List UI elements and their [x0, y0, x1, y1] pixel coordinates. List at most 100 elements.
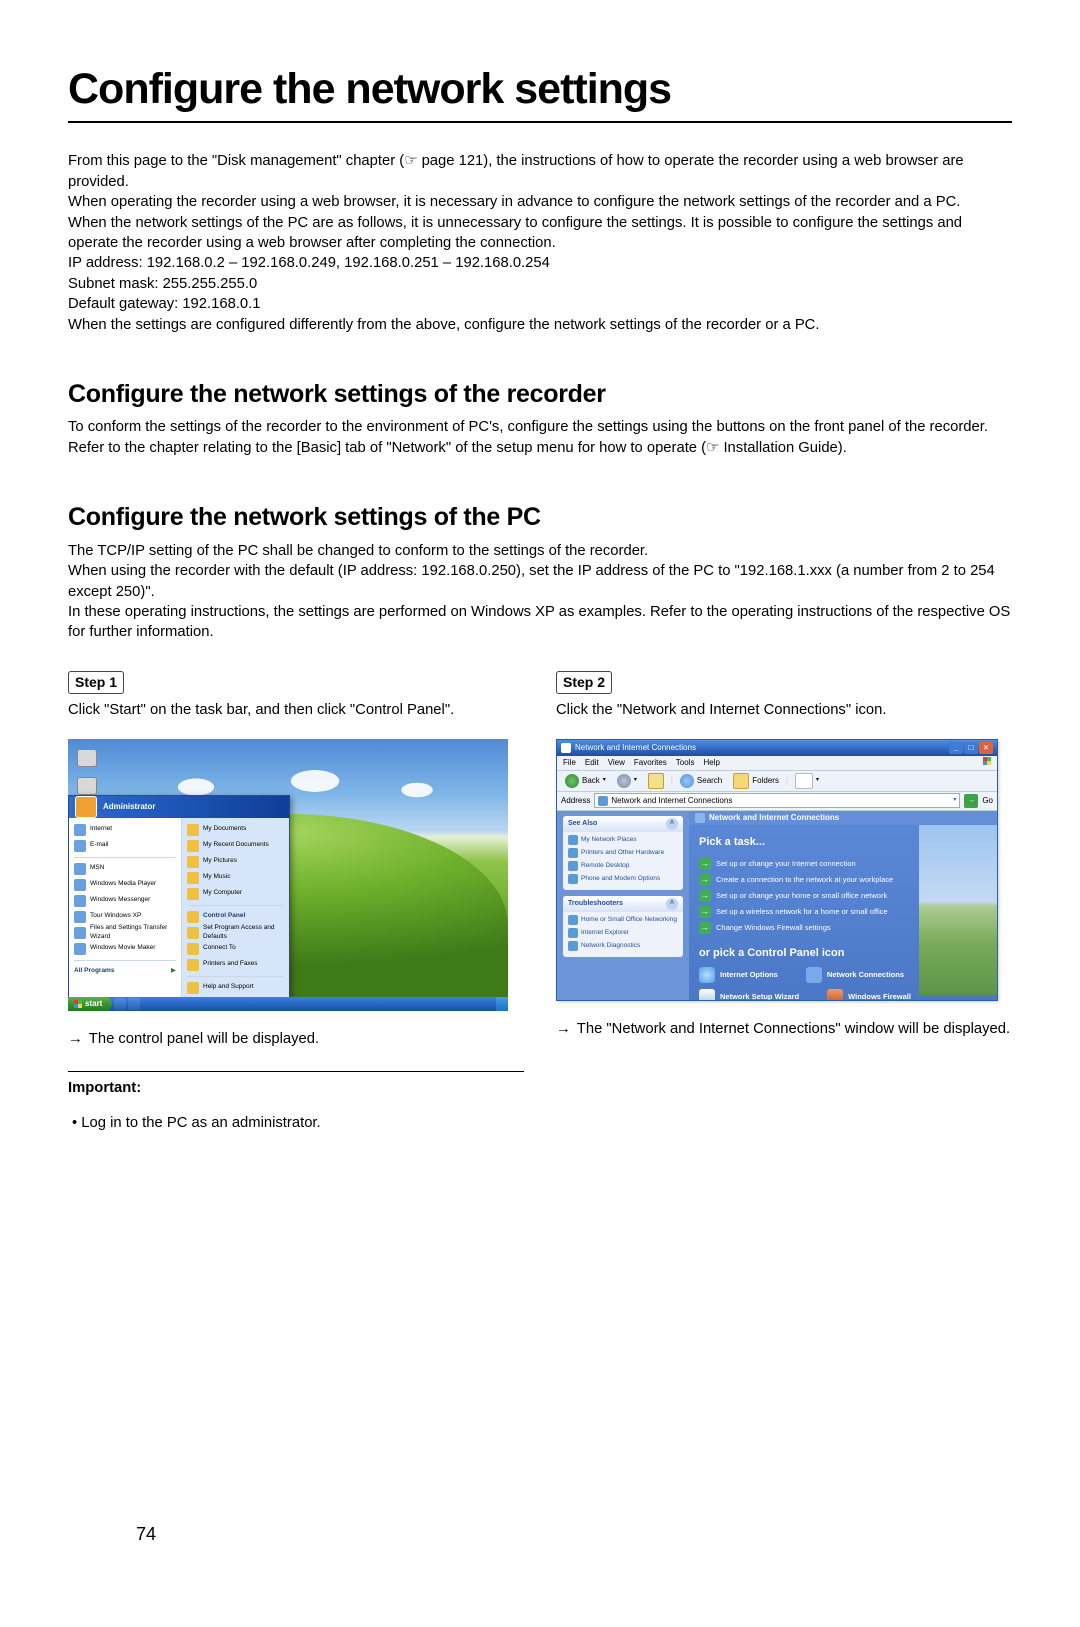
views-button[interactable]: ▾ [791, 772, 823, 790]
task-workplace-connection[interactable]: →Create a connection to the network at y… [699, 872, 987, 888]
minimize-button[interactable]: _ [949, 742, 963, 754]
go-label: Go [982, 795, 993, 806]
pick-icon-heading: or pick a Control Panel icon [699, 946, 987, 961]
menu-help[interactable]: Help [703, 757, 719, 768]
sidebar-link-netdiag[interactable]: Network Diagnostics [568, 940, 678, 953]
category-icon [695, 813, 705, 823]
intro-p1: From this page to the "Disk management" … [68, 151, 1012, 192]
cp-icon-internet-options[interactable]: Internet Options [699, 967, 778, 983]
cp-icon-windows-firewall[interactable]: Windows Firewall [827, 989, 911, 1000]
toolbar: Back▾ ▾ | Search Folders | ▾ [557, 771, 997, 792]
arrow-right-icon: → [68, 1029, 83, 1049]
user-avatar-icon [75, 796, 97, 818]
start-item-fstw[interactable]: Files and Settings Transfer Wizard [69, 925, 181, 941]
task-arrow-icon: → [699, 858, 711, 870]
firewall-icon [827, 989, 843, 1000]
start-item-label: My Documents [203, 825, 246, 834]
step2-result: The "Network and Internet Connections" w… [577, 1019, 1010, 1039]
sidebar-link-printers[interactable]: Printers and Other Hardware [568, 847, 678, 860]
sidebar-link-mynetworkplaces[interactable]: My Network Places [568, 834, 678, 847]
menu-edit[interactable]: Edit [585, 757, 599, 768]
menu-view[interactable]: View [608, 757, 625, 768]
windows-logo-icon [74, 1000, 82, 1008]
important-bullet: • Log in to the PC as an administrator. [68, 1113, 524, 1133]
close-button[interactable]: × [979, 742, 993, 754]
task-wireless-network[interactable]: → Set up a wireless network for a home or… [699, 904, 987, 920]
start-item-mycomputer[interactable]: My Computer [182, 886, 289, 902]
sidebar-link-remotedesktop[interactable]: Remote Desktop [568, 860, 678, 873]
menu-tools[interactable]: Tools [676, 757, 695, 768]
step1-result: The control panel will be displayed. [89, 1029, 319, 1049]
step1-column: Step 1 Click "Start" on the task bar, an… [68, 671, 524, 1149]
start-item-msn[interactable]: MSN [69, 861, 181, 877]
start-item-label: My Pictures [203, 857, 237, 866]
cp-icon-network-setup-wizard[interactable]: Network Setup Wizard [699, 989, 799, 1000]
start-item-music[interactable]: My Music [182, 870, 289, 886]
section2-p2: When using the recorder with the default… [68, 561, 1012, 602]
menu-favorites[interactable]: Favorites [634, 757, 667, 768]
step2-column: Step 2 Click the "Network and Internet C… [556, 671, 1012, 1149]
main-pane: Network and Internet Connections Pick a … [689, 811, 997, 1000]
chevron-down-icon[interactable]: ▾ [953, 796, 956, 804]
recycle-bin-icon[interactable] [76, 749, 98, 767]
up-button[interactable] [644, 772, 668, 790]
wizard-icon [699, 989, 715, 1000]
folders-button[interactable]: Folders [729, 772, 783, 790]
start-item-control-panel[interactable]: Control Panel [182, 909, 289, 925]
cp-icon-label: Network Connections [827, 970, 904, 980]
start-item-label: Windows Movie Maker [90, 944, 155, 953]
sidebar-panel-heading: Troubleshooters [568, 899, 623, 909]
maximize-button[interactable]: □ [964, 742, 978, 754]
step2-text: Click the "Network and Internet Connecti… [556, 700, 1012, 720]
start-item-pictures[interactable]: My Pictures [182, 854, 289, 870]
go-button[interactable]: → [964, 794, 978, 808]
start-item-email[interactable]: E-mail [69, 838, 181, 854]
start-item-help[interactable]: Help and Support [182, 980, 289, 996]
search-button[interactable]: Search [676, 773, 726, 789]
menu-file[interactable]: File [563, 757, 576, 768]
taskbar: start [68, 997, 508, 1011]
start-item-moviemaker[interactable]: Windows Movie Maker [69, 941, 181, 957]
cp-icon-network-connections[interactable]: Network Connections [806, 967, 904, 983]
forward-button[interactable]: ▾ [613, 773, 641, 789]
desktop-shortcut-icon[interactable] [76, 777, 98, 795]
sidebar-link-homenetwork[interactable]: Home or Small Office Networking [568, 914, 678, 927]
system-tray[interactable] [496, 997, 508, 1011]
taskbar-item[interactable] [114, 998, 126, 1010]
task-label: Set up a wireless network for a home or … [716, 907, 888, 917]
task-firewall-settings[interactable]: →Change Windows Firewall settings [699, 920, 987, 936]
views-icon [795, 773, 813, 789]
section1-heading: Configure the network settings of the re… [68, 377, 1012, 412]
start-item-recent[interactable]: My Recent Documents [182, 838, 289, 854]
sidebar-link-ie[interactable]: Internet Explorer [568, 927, 678, 940]
cp-icon-label: Network Setup Wizard [720, 992, 799, 1000]
intro-gateway: Default gateway: 192.168.0.1 [68, 294, 1012, 314]
task-setup-internet[interactable]: → Set up or change your Internet connecti… [699, 856, 987, 872]
collapse-icon[interactable]: ˄ [666, 818, 678, 830]
sidebar-link-label: Phone and Modem Options [581, 875, 660, 882]
start-item-spa[interactable]: Set Program Access and Defaults [182, 925, 289, 941]
chevron-down-icon: ▾ [634, 776, 637, 784]
taskbar-item[interactable] [128, 998, 140, 1010]
start-item-mydocs[interactable]: My Documents [182, 822, 289, 838]
start-item-messenger[interactable]: Windows Messenger [69, 893, 181, 909]
start-item-printers[interactable]: Printers and Faxes [182, 957, 289, 973]
start-item-connect[interactable]: Connect To [182, 941, 289, 957]
start-button[interactable]: start [68, 997, 112, 1011]
task-arrow-icon: → [699, 906, 711, 918]
task-home-network[interactable]: →Set up or change your home or small off… [699, 888, 987, 904]
task-arrow-icon: → [699, 874, 711, 886]
task-label: Set up or change your Internet connectio… [716, 859, 856, 869]
start-item-all-programs[interactable]: All Programs▶ [69, 964, 181, 980]
back-button[interactable]: Back▾ [561, 773, 610, 789]
start-item-label: Set Program Access and Defaults [203, 924, 284, 942]
sidebar-panel-see-also: See Also˄ My Network Places Printers and… [563, 816, 683, 890]
sidebar-link-label: Printers and Other Hardware [581, 849, 664, 856]
collapse-icon[interactable]: ˄ [666, 898, 678, 910]
start-item-wmp[interactable]: Windows Media Player [69, 877, 181, 893]
start-item-label: Control Panel [203, 912, 245, 921]
start-item-internet[interactable]: Internet [69, 822, 181, 838]
address-field[interactable]: Network and Internet Connections ▾ [594, 793, 960, 808]
sidebar-link-phonemodem[interactable]: Phone and Modem Options [568, 873, 678, 886]
start-item-tour[interactable]: Tour Windows XP [69, 909, 181, 925]
